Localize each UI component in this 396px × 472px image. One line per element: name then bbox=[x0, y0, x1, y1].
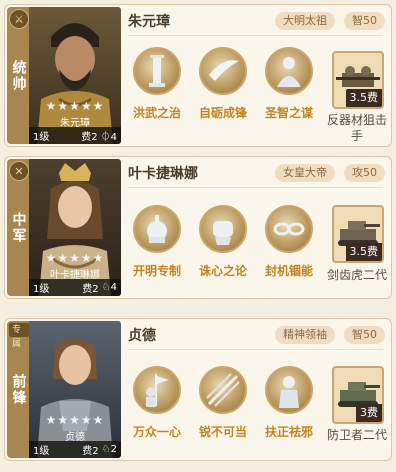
portrait-footer: 1级 费2 ♘4 bbox=[29, 279, 121, 296]
hero-stars: ★★★★★ bbox=[45, 251, 105, 265]
gear-name: 剑齿虎二代 bbox=[327, 268, 388, 282]
position-label: 前锋 bbox=[10, 373, 27, 406]
knight-icon bbox=[265, 366, 313, 414]
hero-name: 朱元璋 bbox=[128, 14, 170, 30]
skill-name: 万众一心 bbox=[132, 425, 181, 439]
portrait-footer: 1级 费2 ⏀4 bbox=[29, 127, 121, 144]
hero-portrait[interactable]: ★★★★★ 叶卡捷琳娜 1级 费2 ♘4 bbox=[29, 159, 121, 296]
hero-title-badge: 女皇大帝 bbox=[275, 164, 335, 182]
hero-stars: ★★★★★ bbox=[45, 99, 105, 113]
hero-cost: 费2 bbox=[82, 284, 99, 295]
hero-portrait[interactable]: ★★★★★ 贞德 1级 费2 ♘2 bbox=[29, 321, 121, 458]
chain-icon bbox=[265, 205, 313, 253]
palace-icon bbox=[133, 205, 181, 253]
skill-name: 封机锢能 bbox=[264, 264, 313, 278]
gear-name: 反器材狙击手 bbox=[327, 113, 388, 143]
slash-icon bbox=[199, 366, 247, 414]
skill-name: 自砺成锋 bbox=[198, 106, 247, 120]
pillar-icon bbox=[133, 47, 181, 95]
position-label: 统帅 bbox=[10, 59, 27, 92]
skill-name: 锐不可当 bbox=[198, 425, 247, 439]
skill-name: 扶正祛邪 bbox=[264, 425, 313, 439]
sage-icon bbox=[265, 47, 313, 95]
gear-cost: 3费 bbox=[356, 404, 382, 422]
hero-title-badge: 精神领袖 bbox=[275, 326, 335, 344]
position-label: 中军 bbox=[10, 211, 27, 244]
skill-name: 洪武之治 bbox=[132, 106, 181, 120]
divider bbox=[128, 349, 383, 350]
fist-icon bbox=[199, 205, 247, 253]
portrait-footer: 1级 费2 ♘2 bbox=[29, 441, 121, 458]
hero-cost: 费2 bbox=[81, 132, 98, 143]
hero-card[interactable]: ⚔ 统帅 ★★★★★ 朱元璋 1级 费2 ⏀4 朱元璋 大明太祖 智50 洪武之… bbox=[4, 4, 392, 147]
position-rail: ⚔ 统帅 bbox=[7, 7, 29, 144]
skill-name: 开明专制 bbox=[132, 264, 181, 278]
position-rail: 专属 前锋 bbox=[7, 321, 29, 458]
gear-cost: 3.5费 bbox=[345, 243, 382, 261]
gear-slot[interactable]: 3.5费 bbox=[332, 51, 384, 109]
hero-troop-count: ♘2 bbox=[101, 444, 117, 455]
hero-stat-badge: 攻50 bbox=[344, 164, 385, 182]
position-rail: ✕ 中军 bbox=[7, 159, 29, 296]
gear-name: 防卫者二代 bbox=[327, 428, 388, 442]
gear-slot[interactable]: 3费 bbox=[332, 366, 384, 424]
banner-soldier-icon bbox=[133, 366, 181, 414]
hero-level: 1级 bbox=[33, 132, 50, 143]
hero-title-badge: 大明太祖 bbox=[275, 12, 335, 30]
hero-level: 1级 bbox=[33, 284, 50, 295]
skill-name: 诛心之论 bbox=[198, 264, 247, 278]
skill-name: 圣智之谋 bbox=[264, 106, 313, 120]
hero-stat-badge: 智50 bbox=[344, 326, 385, 344]
hero-card[interactable]: 专属 前锋 ★★★★★ 贞德 1级 费2 ♘2 贞德 精神领袖 智50 万众一心… bbox=[4, 318, 392, 461]
hero-troop-count: ⏀4 bbox=[100, 132, 117, 143]
hero-card[interactable]: ✕ 中军 ★★★★★ 叶卡捷琳娜 1级 费2 ♘4 叶卡捷琳娜 女皇大帝 攻50 bbox=[4, 156, 392, 299]
divider bbox=[128, 35, 383, 36]
hero-portrait[interactable]: ★★★★★ 朱元璋 1级 费2 ⏀4 bbox=[29, 7, 121, 144]
hero-cost: 费2 bbox=[82, 446, 99, 457]
hero-level: 1级 bbox=[33, 446, 50, 457]
hero-name: 贞德 bbox=[128, 328, 156, 344]
hero-name: 叶卡捷琳娜 bbox=[128, 166, 198, 182]
gear-cost: 3.5费 bbox=[345, 89, 382, 107]
hero-troop-count: ♘4 bbox=[101, 282, 117, 293]
divider bbox=[128, 187, 383, 188]
hero-stars: ★★★★★ bbox=[45, 413, 105, 427]
blade-icon bbox=[199, 47, 247, 95]
hero-stat-badge: 智50 bbox=[344, 12, 385, 30]
gear-slot[interactable]: 3.5费 bbox=[332, 205, 384, 263]
